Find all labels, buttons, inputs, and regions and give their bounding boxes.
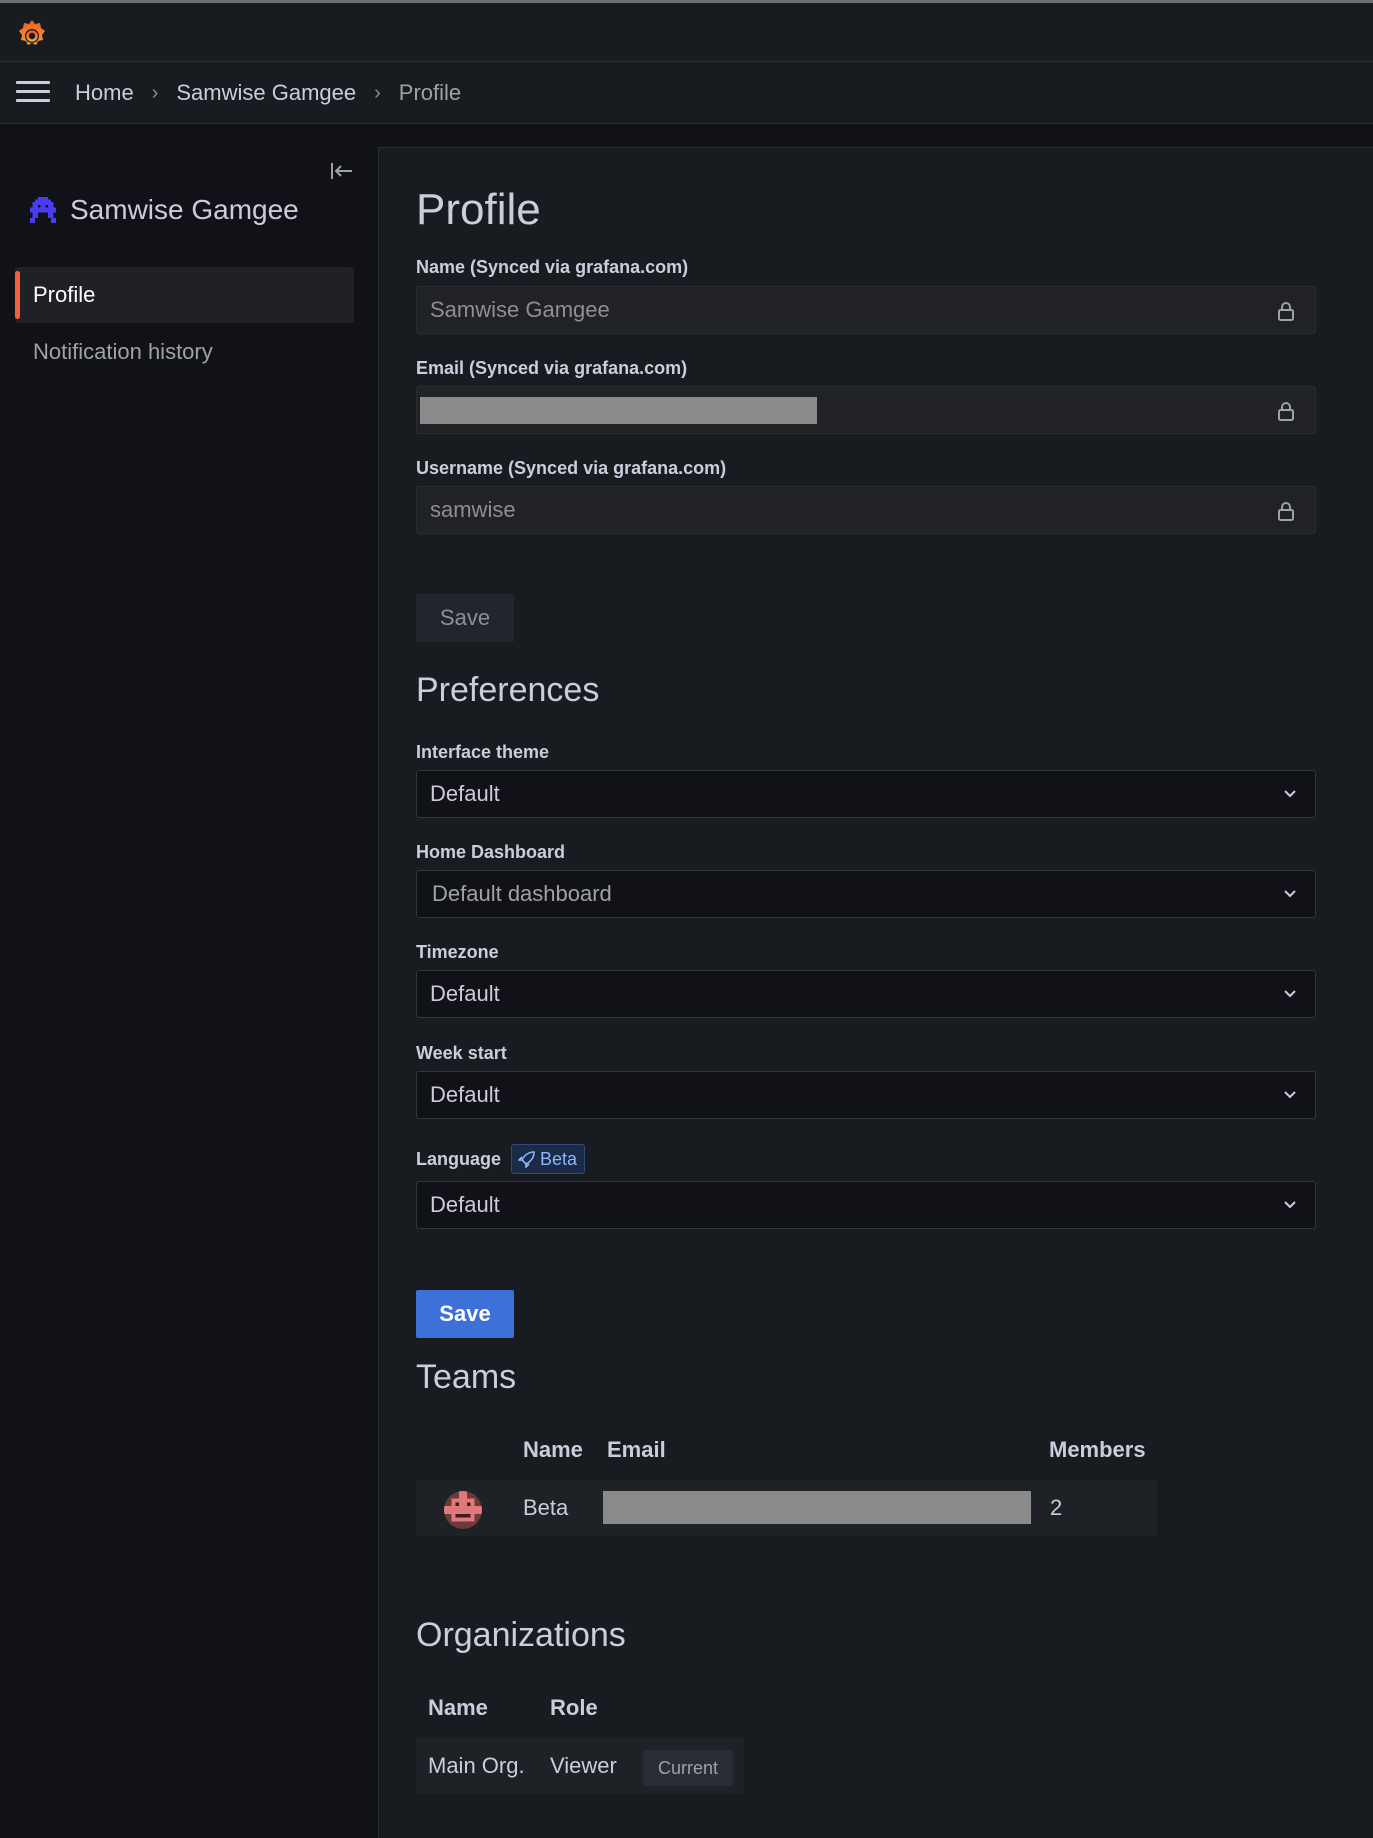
preferences-save-button[interactable]: Save bbox=[416, 1290, 514, 1338]
breadcrumb-current: Profile bbox=[398, 80, 462, 105]
sidebar-user-title: Samwise Gamgee bbox=[30, 194, 299, 226]
home-dashboard-select[interactable]: Default dashboard bbox=[416, 870, 1316, 918]
breadcrumb: Home › Samwise Gamgee › Profile bbox=[75, 80, 461, 106]
home-dashboard-placeholder: Default dashboard bbox=[432, 881, 612, 906]
beta-badge: Beta bbox=[511, 1144, 586, 1174]
theme-select[interactable]: Default bbox=[416, 770, 1316, 818]
chevron-down-icon bbox=[1284, 1201, 1296, 1209]
team-avatar bbox=[444, 1491, 482, 1529]
timezone-select[interactable]: Default bbox=[416, 970, 1316, 1018]
email-label: Email (Synced via grafana.com) bbox=[416, 358, 688, 378]
chevron-down-icon bbox=[1284, 790, 1296, 798]
teams-heading: Teams bbox=[416, 1358, 517, 1396]
redacted-email bbox=[420, 397, 817, 424]
org-name: Main Org. bbox=[428, 1753, 525, 1778]
name-field: Samwise Gamgee bbox=[416, 286, 1316, 334]
email-field bbox=[416, 386, 1316, 434]
hamburger-icon[interactable] bbox=[16, 81, 50, 105]
rocket-icon bbox=[518, 1151, 535, 1168]
breadcrumb-separator-icon: › bbox=[151, 81, 159, 104]
chevron-down-icon bbox=[1284, 890, 1296, 898]
organizations-heading: Organizations bbox=[416, 1616, 626, 1654]
username-label: Username (Synced via grafana.com) bbox=[416, 458, 727, 478]
team-members: 2 bbox=[1050, 1495, 1063, 1520]
beta-badge-label: Beta bbox=[540, 1148, 578, 1169]
main-panel: Profile Name (Synced via grafana.com) Sa… bbox=[378, 147, 1373, 1838]
top-bar bbox=[0, 0, 1373, 62]
week-start-select[interactable]: Default bbox=[416, 1071, 1316, 1119]
breadcrumb-user[interactable]: Samwise Gamgee bbox=[176, 80, 356, 106]
sidebar-item-notification-history[interactable]: Notification history bbox=[15, 324, 354, 380]
language-value: Default bbox=[430, 1192, 500, 1217]
timezone-value: Default bbox=[430, 981, 500, 1006]
team-avatar-icon bbox=[444, 1491, 482, 1529]
teams-column-name: Name bbox=[523, 1437, 583, 1462]
team-name: Beta bbox=[523, 1495, 569, 1520]
orgs-column-role: Role bbox=[550, 1695, 598, 1720]
week-start-value: Default bbox=[430, 1082, 500, 1107]
page-title: Profile bbox=[416, 185, 541, 234]
lock-icon bbox=[1278, 402, 1294, 421]
sidebar-item-label: Notification history bbox=[33, 339, 213, 364]
language-label: Language bbox=[416, 1148, 502, 1169]
language-select[interactable]: Default bbox=[416, 1181, 1316, 1229]
username-field: samwise bbox=[416, 486, 1316, 534]
dock-left-icon[interactable] bbox=[330, 160, 354, 182]
timezone-label: Timezone bbox=[416, 942, 499, 962]
teams-column-members: Members bbox=[1049, 1437, 1146, 1462]
home-dashboard-label: Home Dashboard bbox=[416, 842, 566, 862]
redacted-team-email bbox=[603, 1491, 1031, 1524]
chevron-down-icon bbox=[1284, 1091, 1296, 1099]
chevron-down-icon bbox=[1284, 990, 1296, 998]
teams-column-email: Email bbox=[607, 1437, 666, 1462]
sidebar-user-name: Samwise Gamgee bbox=[70, 194, 299, 225]
sidebar-item-profile[interactable]: Profile bbox=[15, 267, 354, 323]
breadcrumb-separator-icon: › bbox=[374, 81, 381, 104]
sidebar: Samwise Gamgee Profile Notification hist… bbox=[0, 124, 378, 1838]
sidebar-item-label: Profile bbox=[33, 282, 96, 307]
theme-value: Default bbox=[430, 781, 500, 806]
lock-icon bbox=[1278, 502, 1294, 521]
nav-bar: Home › Samwise Gamgee › Profile bbox=[0, 62, 1373, 124]
name-value: Samwise Gamgee bbox=[430, 297, 610, 322]
orgs-column-name: Name bbox=[428, 1695, 488, 1720]
week-start-label: Week start bbox=[416, 1043, 507, 1063]
profile-save-button[interactable]: Save bbox=[416, 594, 514, 642]
org-role: Viewer bbox=[550, 1753, 617, 1778]
grafana-logo-icon[interactable] bbox=[14, 17, 50, 53]
username-value: samwise bbox=[430, 497, 516, 522]
preferences-heading: Preferences bbox=[416, 671, 600, 709]
current-org-badge: Current bbox=[643, 1750, 733, 1786]
breadcrumb-home[interactable]: Home bbox=[75, 80, 134, 106]
theme-label: Interface theme bbox=[416, 742, 550, 762]
user-avatar-icon bbox=[30, 197, 56, 223]
lock-icon bbox=[1278, 302, 1294, 321]
name-label: Name (Synced via grafana.com) bbox=[416, 257, 689, 277]
language-label-row: Language Beta bbox=[416, 1144, 586, 1174]
